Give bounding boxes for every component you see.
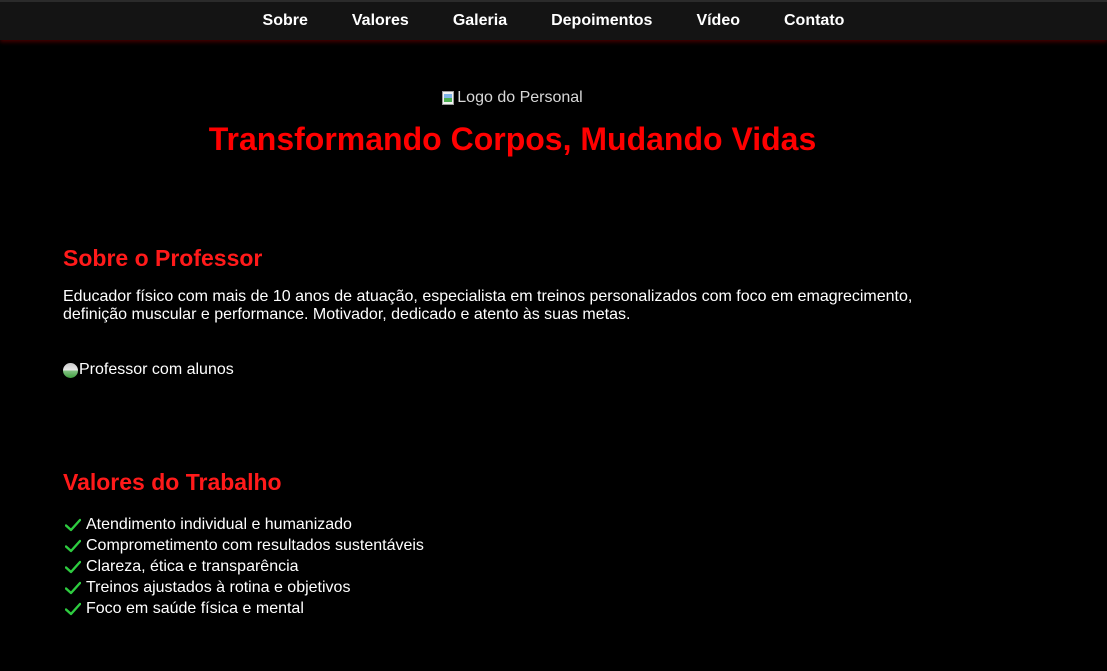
nav-item-sobre: Sobre xyxy=(241,2,330,40)
top-navigation: Sobre Valores Galeria Depoimentos Vídeo … xyxy=(0,0,1107,40)
check-icon xyxy=(65,539,81,552)
value-text: Clareza, ética e transparência xyxy=(86,557,299,575)
nav-link-video[interactable]: Vídeo xyxy=(674,2,762,40)
hero-section: Logo do Personal Transformando Corpos, M… xyxy=(0,88,1025,159)
nav-link-depoimentos[interactable]: Depoimentos xyxy=(529,2,674,40)
nav-link-galeria[interactable]: Galeria xyxy=(431,2,529,40)
professor-photo-alt-text: Professor com alunos xyxy=(79,361,234,378)
list-item: Foco em saúde física e mental xyxy=(63,598,424,619)
nav-menu: Sobre Valores Galeria Depoimentos Vídeo … xyxy=(0,2,1107,40)
list-item: Atendimento individual e humanizado xyxy=(63,514,424,535)
values-list: Atendimento individual e humanizado Comp… xyxy=(63,514,424,619)
value-text: Atendimento individual e humanizado xyxy=(86,515,352,533)
professor-photo: Professor com alunos xyxy=(63,360,234,380)
list-item: Clareza, ética e transparência xyxy=(63,556,424,577)
value-text: Treinos ajustados à rotina e objetivos xyxy=(86,578,351,596)
about-text: Educador físico com mais de 10 anos de a… xyxy=(63,288,913,323)
check-icon xyxy=(65,581,81,594)
value-text: Comprometimento com resultados sustentáv… xyxy=(86,536,424,554)
nav-item-galeria: Galeria xyxy=(431,2,529,40)
logo-alt-text: Logo do Personal xyxy=(457,89,583,106)
value-text: Foco em saúde física e mental xyxy=(86,599,304,617)
broken-image-icon xyxy=(442,90,456,106)
nav-link-sobre[interactable]: Sobre xyxy=(241,2,330,40)
values-title: Valores do Trabalho xyxy=(63,469,282,495)
nav-item-valores: Valores xyxy=(330,2,431,40)
broken-image-icon xyxy=(63,362,78,378)
list-item: Comprometimento com resultados sustentáv… xyxy=(63,535,424,556)
check-icon xyxy=(65,602,81,615)
logo-image: Logo do Personal xyxy=(442,88,583,108)
hero-title: Transformando Corpos, Mudando Vidas xyxy=(208,121,817,157)
list-item: Treinos ajustados à rotina e objetivos xyxy=(63,577,424,598)
check-icon xyxy=(65,518,81,531)
about-title: Sobre o Professor xyxy=(63,245,263,271)
nav-item-contato: Contato xyxy=(762,2,866,40)
nav-link-contato[interactable]: Contato xyxy=(762,2,866,40)
nav-item-depoimentos: Depoimentos xyxy=(529,2,674,40)
nav-item-video: Vídeo xyxy=(674,2,762,40)
check-icon xyxy=(65,560,81,573)
nav-link-valores[interactable]: Valores xyxy=(330,2,431,40)
